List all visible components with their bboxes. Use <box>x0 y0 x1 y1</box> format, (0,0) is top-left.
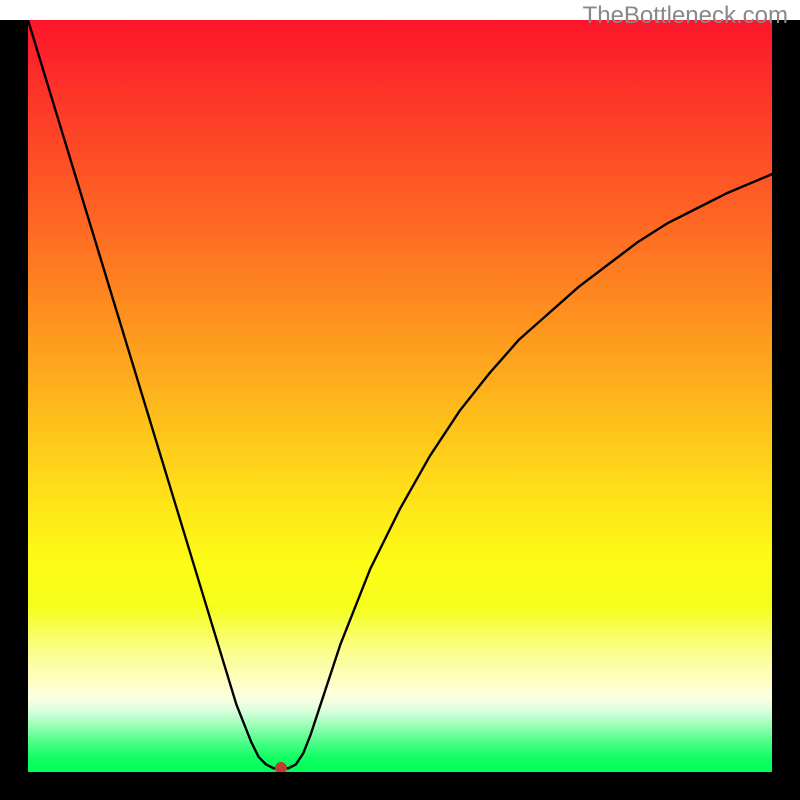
chart-frame <box>0 20 800 800</box>
chart-container: { "watermark": "TheBottleneck.com", "cha… <box>0 0 800 800</box>
watermark-text: TheBottleneck.com <box>583 2 788 30</box>
frame-border-bottom <box>0 772 800 800</box>
bottleneck-curve <box>28 20 772 772</box>
frame-border-right <box>772 20 800 800</box>
plot-area <box>28 20 772 772</box>
frame-border-left <box>0 20 28 800</box>
